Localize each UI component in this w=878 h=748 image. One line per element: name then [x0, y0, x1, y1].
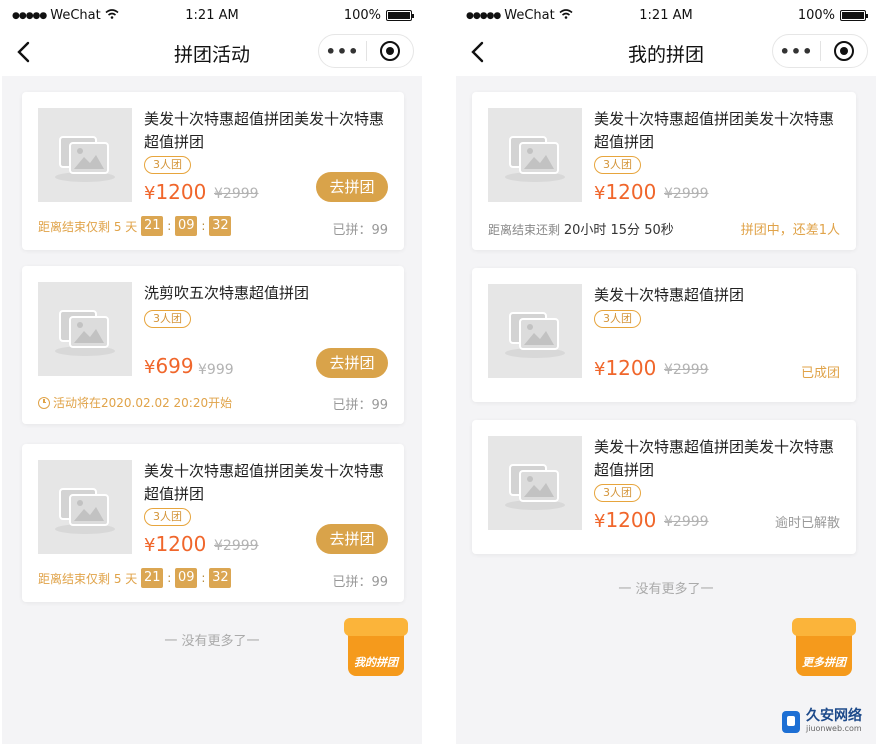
remaining-time: 距离结束还剩 20小时 15分 50秒 — [488, 223, 674, 238]
card-title: 美发十次特惠超值拼团美发十次特惠超值拼团 — [594, 110, 835, 151]
countdown-hours: 21 — [141, 216, 164, 236]
countdown-hours: 21 — [141, 568, 164, 588]
battery-percent: 100% — [343, 8, 381, 23]
joined-count: 已拼：99 — [332, 223, 388, 238]
countdown-label: 距离结束仅剩 5 天 — [38, 571, 138, 586]
group-price: ¥1200 — [144, 532, 207, 556]
clock-icon — [38, 396, 50, 409]
join-group-button[interactable]: 去拼团 — [316, 348, 388, 378]
group-size-tag: 3人团 — [594, 484, 641, 502]
more-icon[interactable]: ••• — [319, 42, 366, 61]
card-title: 美发十次特惠超值拼团美发十次特惠超值拼团 — [594, 438, 835, 479]
close-miniprogram-button[interactable] — [821, 41, 867, 61]
remaining-time-value: 20小时 15分 50秒 — [563, 223, 674, 238]
countdown: 距离结束仅剩 5 天 21 : 09 : 32 — [38, 568, 232, 588]
battery-percent: 100% — [797, 8, 835, 23]
group-price: ¥1200 — [144, 180, 207, 204]
group-card[interactable]: 美发十次特惠超值拼团美发十次特惠超值拼团 3人团 ¥1200 ¥2999 去拼团… — [22, 444, 404, 602]
left-phone: ●●●●● WeChat 1:21 AM 100% 拼团活动 ••• 美发十次特… — [2, 0, 422, 744]
placeholder-image-icon — [38, 282, 132, 376]
countdown: 距离结束仅剩 5 天 21 : 09 : 32 — [38, 216, 232, 236]
mini-program-capsule: ••• — [772, 34, 868, 68]
countdown-minutes: 09 — [175, 216, 198, 236]
group-size-tag: 3人团 — [144, 156, 191, 174]
target-icon — [379, 41, 400, 61]
join-group-button[interactable]: 去拼团 — [316, 524, 388, 554]
original-price: ¥2999 — [214, 186, 259, 202]
group-price: ¥699 — [144, 354, 194, 378]
placeholder-image-icon — [488, 436, 582, 530]
watermark-en: jiuonweb.com — [806, 724, 862, 733]
my-group-card[interactable]: 美发十次特惠超值拼团美发十次特惠超值拼团 3人团 ¥1200 ¥2999 逾时已… — [472, 420, 856, 554]
original-price: ¥2999 — [664, 362, 709, 378]
group-size-tag: 3人团 — [594, 156, 641, 174]
target-icon — [833, 41, 854, 61]
group-size-tag: 3人团 — [144, 310, 191, 328]
original-price: ¥2999 — [214, 538, 259, 554]
joined-count: 已拼：99 — [332, 575, 388, 590]
placeholder-image-icon — [488, 284, 582, 378]
card-title: 洗剪吹五次特惠超值拼团 — [144, 284, 310, 302]
nav-bar: 我的拼团 ••• — [456, 32, 876, 76]
group-price: ¥1200 — [594, 356, 657, 380]
placeholder-image-icon — [38, 460, 132, 554]
nav-bar: 拼团活动 ••• — [2, 32, 422, 76]
start-time: 活动将在2020.02.02 20:20开始 — [38, 394, 232, 411]
group-status: 已成团 — [800, 366, 840, 381]
battery-icon — [840, 10, 868, 21]
watermark-cn: 久安网络 — [806, 708, 862, 724]
group-price: ¥1200 — [594, 508, 657, 532]
battery-icon — [386, 10, 414, 21]
original-price: ¥2999 — [664, 186, 709, 202]
countdown-label: 距离结束仅剩 5 天 — [38, 219, 138, 234]
countdown-seconds: 32 — [209, 568, 232, 588]
more-groups-float-button[interactable]: 更多拼团 — [792, 614, 856, 678]
no-more-text: 一 没有更多了一 — [618, 582, 714, 597]
card-title: 美发十次特惠超值拼团美发十次特惠超值拼团 — [144, 110, 385, 151]
group-price: ¥1200 — [594, 180, 657, 204]
group-status: 逾时已解散 — [774, 516, 840, 531]
group-status: 拼团中，还差1人 — [740, 223, 840, 238]
placeholder-image-icon — [488, 108, 582, 202]
joined-count: 已拼：99 — [332, 398, 388, 413]
more-icon[interactable]: ••• — [773, 42, 820, 61]
group-card[interactable]: 洗剪吹五次特惠超值拼团 3人团 ¥699 ¥999 去拼团 活动将在2020.0… — [22, 266, 404, 424]
original-price: ¥999 — [198, 362, 234, 378]
my-group-card[interactable]: 美发十次特惠超值拼团美发十次特惠超值拼团 3人团 ¥1200 ¥2999 距离结… — [472, 92, 856, 250]
watermark-logo: 久安网络 jiuonweb.com — [782, 709, 862, 734]
countdown-minutes: 09 — [175, 568, 198, 588]
close-miniprogram-button[interactable] — [367, 41, 413, 61]
status-bar: ●●●●● WeChat 1:21 AM 100% — [456, 0, 876, 32]
my-group-card[interactable]: 美发十次特惠超值拼团 3人团 ¥1200 ¥2999 已成团 — [472, 268, 856, 402]
right-phone: ●●●●● WeChat 1:21 AM 100% 我的拼团 ••• 美发十次特… — [456, 0, 876, 744]
group-size-tag: 3人团 — [144, 508, 191, 526]
brand-logo-icon — [782, 710, 800, 733]
countdown-seconds: 32 — [209, 216, 232, 236]
float-button-label: 我的拼团 — [354, 656, 398, 669]
card-title: 美发十次特惠超值拼团 — [594, 286, 745, 304]
status-bar: ●●●●● WeChat 1:21 AM 100% — [2, 0, 422, 32]
join-group-button[interactable]: 去拼团 — [316, 172, 388, 202]
original-price: ¥2999 — [664, 514, 709, 530]
group-size-tag: 3人团 — [594, 310, 641, 328]
my-groups-float-button[interactable]: 我的拼团 — [344, 614, 408, 678]
mini-program-capsule: ••• — [318, 34, 414, 68]
float-button-label: 更多拼团 — [802, 656, 846, 669]
group-card[interactable]: 美发十次特惠超值拼团美发十次特惠超值拼团 3人团 ¥1200 ¥2999 去拼团… — [22, 92, 404, 250]
card-title: 美发十次特惠超值拼团美发十次特惠超值拼团 — [144, 462, 385, 503]
placeholder-image-icon — [38, 108, 132, 202]
